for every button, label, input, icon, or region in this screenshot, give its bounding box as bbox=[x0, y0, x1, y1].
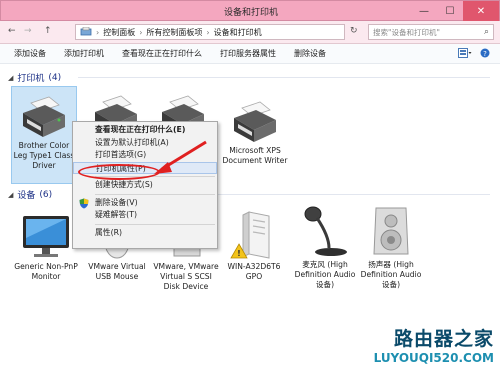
menu-item-remove-device: 删除设备(V) bbox=[95, 197, 138, 207]
window-controls: — ☐ ✕ bbox=[411, 1, 499, 21]
device-item[interactable]: Generic Non-PnP Monitor bbox=[13, 208, 79, 300]
title-bar: 设备和打印机 — ☐ ✕ bbox=[0, 0, 500, 21]
device-label: VMware, VMware Virtual S SCSI Disk Devic… bbox=[153, 262, 219, 291]
breadcrumb-separator: › bbox=[139, 27, 143, 37]
add-device-button[interactable]: 添加设备 bbox=[14, 48, 46, 59]
annotation-oval bbox=[78, 164, 160, 180]
printer-item[interactable]: Brother Color Leg Type1 Class Driver bbox=[11, 86, 77, 184]
minimize-button[interactable]: — bbox=[411, 1, 437, 21]
add-printer-button[interactable]: 添加打印机 bbox=[64, 48, 104, 59]
device-label: 扬声器 (High Definition Audio 设备) bbox=[360, 260, 422, 289]
devices-group-label: 设备 bbox=[17, 191, 36, 201]
device-item[interactable]: 麦克风 (High Definition Audio 设备) bbox=[292, 206, 358, 300]
collapse-chevron-icon[interactable]: ◢ bbox=[8, 191, 13, 199]
device-label: VMware Virtual USB Mouse bbox=[88, 262, 146, 281]
printers-group-header[interactable]: ◢ 打印机 (4) bbox=[8, 71, 62, 85]
device-item[interactable]: ! WIN-A32D6T6 GPO bbox=[221, 208, 287, 290]
menu-separator bbox=[95, 223, 215, 225]
watermark-title: 路由器之家 bbox=[393, 328, 494, 350]
printers-group-count: (4) bbox=[48, 72, 62, 83]
watermark: 路由器之家 LUYOUQI520.COM bbox=[374, 324, 494, 365]
refresh-button[interactable]: ↻ bbox=[350, 26, 358, 36]
group-divider bbox=[78, 77, 490, 78]
control-panel-icon bbox=[80, 27, 92, 36]
shield-icon bbox=[79, 198, 89, 208]
command-bar: 添加设备 添加打印机 查看现在正在打印什么 打印服务器属性 删除设备 ? bbox=[0, 44, 500, 64]
menu-item-create-shortcut[interactable]: 创建快捷方式(S) bbox=[73, 179, 217, 192]
devices-group-count: (6) bbox=[39, 189, 53, 200]
breadcrumb-control-panel[interactable]: 控制面板 bbox=[103, 27, 135, 38]
search-icon[interactable]: ⌕ bbox=[484, 27, 489, 37]
watermark-url: LUYOUQI520.COM bbox=[373, 351, 494, 365]
menu-item-see-whats-printing[interactable]: 查看现在正在打印什么(E) bbox=[73, 124, 217, 137]
back-button[interactable]: ← bbox=[8, 26, 16, 36]
search-placeholder: 搜索"设备和打印机" bbox=[373, 27, 440, 37]
printers-group-label: 打印机 bbox=[17, 74, 45, 84]
up-button[interactable]: ↑ bbox=[44, 26, 52, 36]
see-whats-printing-button[interactable]: 查看现在正在打印什么 bbox=[122, 48, 202, 59]
device-item[interactable]: 扬声器 (High Definition Audio 设备) bbox=[358, 206, 424, 300]
printer-item[interactable]: Microsoft XPS Document Writer bbox=[222, 98, 288, 186]
monitor-icon bbox=[23, 216, 69, 257]
annotation-arrow-icon bbox=[154, 140, 207, 174]
help-icon[interactable]: ? bbox=[480, 48, 490, 58]
maximize-button[interactable]: ☐ bbox=[437, 1, 463, 21]
address-bar-row: ← → ↑ › 控制面板 › 所有控制面板项 › 设备和打印机 ↻ 搜索"设备和… bbox=[0, 21, 500, 44]
breadcrumb-separator: › bbox=[96, 27, 100, 37]
printer-label: Microsoft XPS Document Writer bbox=[222, 146, 288, 165]
breadcrumb-separator: › bbox=[206, 27, 210, 37]
menu-item-remove-device-row[interactable]: 删除设备(V) bbox=[73, 197, 217, 210]
printer-icon bbox=[234, 101, 276, 142]
device-label: WIN-A32D6T6 GPO bbox=[227, 262, 281, 281]
close-button[interactable]: ✕ bbox=[463, 1, 499, 21]
print-server-properties-button[interactable]: 打印服务器属性 bbox=[220, 48, 276, 59]
menu-item-properties[interactable]: 属性(R) bbox=[73, 227, 217, 240]
breadcrumb-all-items[interactable]: 所有控制面板项 bbox=[146, 27, 202, 38]
svg-text:?: ? bbox=[483, 50, 487, 58]
printer-label: Brother Color Leg Type1 Class Driver bbox=[13, 141, 75, 170]
device-label: Generic Non-PnP Monitor bbox=[14, 262, 78, 281]
breadcrumb-devices-printers[interactable]: 设备和打印机 bbox=[214, 27, 262, 38]
devices-group-header[interactable]: ◢ 设备 (6) bbox=[8, 188, 53, 202]
computer-tower-icon: ! bbox=[230, 211, 270, 259]
device-label: 麦克风 (High Definition Audio 设备) bbox=[294, 260, 356, 289]
collapse-chevron-icon[interactable]: ◢ bbox=[8, 74, 13, 82]
printer-icon bbox=[23, 96, 65, 137]
speaker-icon bbox=[373, 207, 409, 255]
svg-text:!: ! bbox=[237, 249, 241, 258]
search-input[interactable]: 搜索"设备和打印机" ⌕ bbox=[368, 24, 494, 40]
remove-device-button[interactable]: 删除设备 bbox=[294, 48, 326, 59]
menu-separator bbox=[95, 193, 215, 195]
microphone-icon bbox=[304, 206, 347, 256]
address-box[interactable]: › 控制面板 › 所有控制面板项 › 设备和打印机 bbox=[75, 24, 345, 40]
forward-button[interactable]: → bbox=[24, 26, 32, 36]
menu-item-troubleshoot[interactable]: 疑难解答(T) bbox=[73, 209, 217, 222]
view-options-icon[interactable] bbox=[458, 48, 472, 58]
